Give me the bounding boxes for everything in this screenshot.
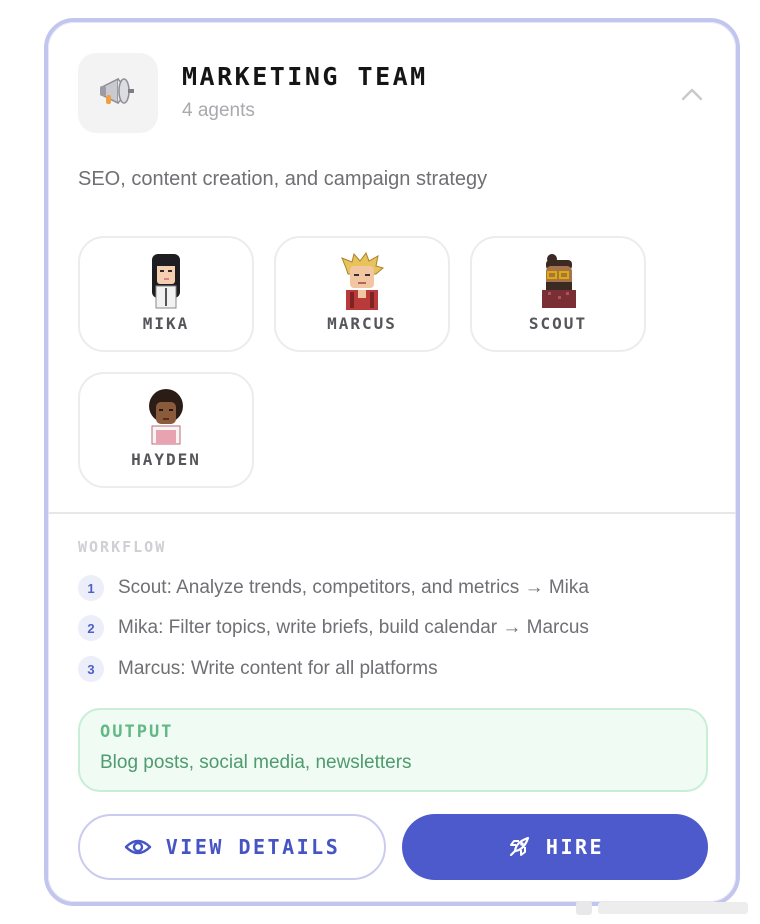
hire-label: HIRE [545,835,605,859]
watermark-logo [576,901,748,915]
step-text: Marcus: Write content for all platforms [118,658,438,679]
scout-avatar [542,254,576,308]
agent-card-marcus[interactable]: MARCUS [274,236,450,352]
eye-icon [124,837,152,857]
team-title: MARKETING TEAM [182,62,428,91]
output-box: OUTPUT Blog posts, social media, newslet… [78,708,708,792]
step-text: Mika: Filter topics, write briefs, build… [118,617,589,638]
workflow-heading: WORKFLOW [78,538,167,556]
hire-button[interactable]: HIRE [402,814,708,880]
chevron-up-icon [680,86,704,107]
workflow-step: 1 Scout: Analyze trends, competitors, an… [78,575,589,601]
agent-name: SCOUT [528,314,588,333]
workflow-step: 3 Marcus: Write content for all platform… [78,656,438,682]
agent-name: HAYDEN [131,450,201,469]
hayden-avatar [149,389,183,445]
agent-card-mika[interactable]: MIKA [78,236,254,352]
workflow-step: 2 Mika: Filter topics, write briefs, bui… [78,615,589,641]
step-number: 3 [78,656,104,682]
step-number: 1 [78,575,104,601]
agent-name: MARCUS [327,314,397,333]
output-label: OUTPUT [100,722,174,742]
team-icon-tile [78,53,158,133]
view-details-button[interactable]: VIEW DETAILS [78,814,386,880]
step-text: Scout: Analyze trends, competitors, and … [118,577,589,598]
step-number: 2 [78,615,104,641]
agent-count: 4 agents [182,100,255,121]
team-card: MARKETING TEAM 4 agents SEO, content cre… [44,18,740,906]
section-divider [48,512,736,514]
megaphone-icon [96,69,140,118]
team-description: SEO, content creation, and campaign stra… [78,168,488,190]
output-text: Blog posts, social media, newsletters [100,752,412,773]
collapse-button[interactable] [676,80,708,112]
agent-card-hayden[interactable]: HAYDEN [78,372,254,488]
marcus-avatar [341,252,385,310]
agent-name: MIKA [142,314,190,333]
view-details-label: VIEW DETAILS [165,835,341,859]
rocket-icon [506,834,532,860]
mika-avatar [152,254,180,309]
agent-card-scout[interactable]: SCOUT [470,236,646,352]
